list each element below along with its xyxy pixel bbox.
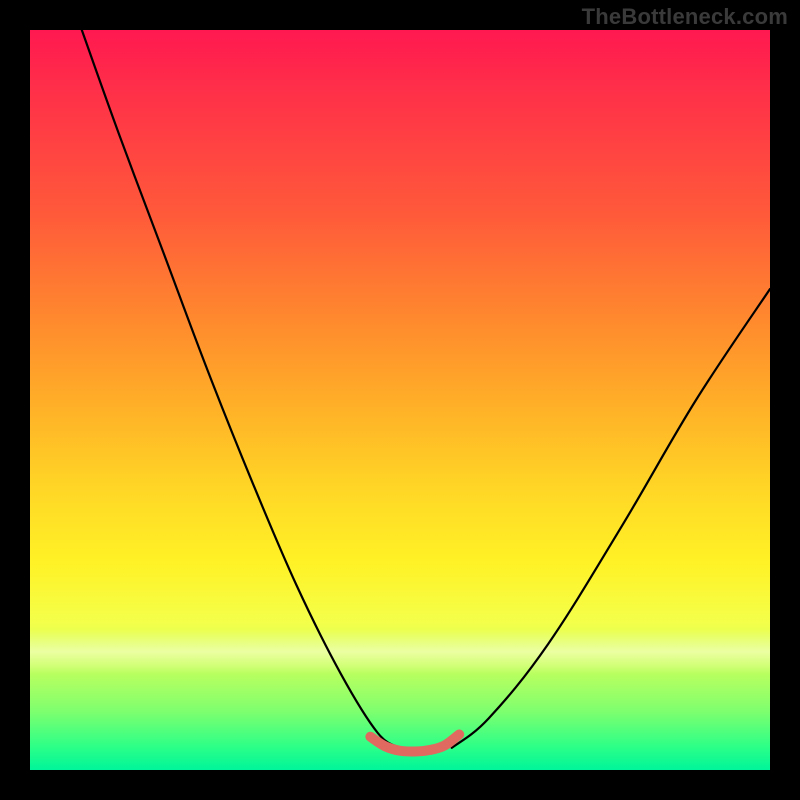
- curve-left-arm: [82, 30, 400, 748]
- curve-valley-highlight: [370, 734, 459, 751]
- watermark-text: TheBottleneck.com: [582, 4, 788, 30]
- chart-frame: TheBottleneck.com: [0, 0, 800, 800]
- curve-layer: [30, 30, 770, 770]
- curve-right-arm: [452, 289, 770, 748]
- plot-area: [30, 30, 770, 770]
